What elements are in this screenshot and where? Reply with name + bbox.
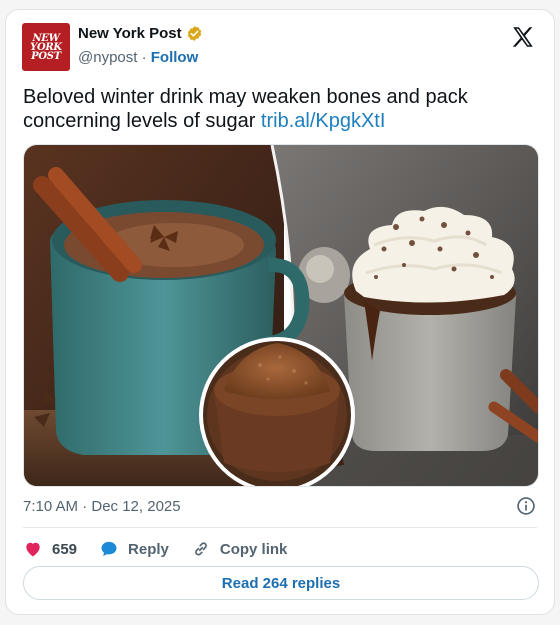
verified-badge-icon (187, 26, 201, 41)
account-name-row: New York Post (78, 25, 203, 42)
tweet-header: NEW YORK POST New York Post @nypost · Fo… (22, 22, 540, 72)
like-button[interactable]: 659 (23, 539, 77, 559)
action-bar: 659 Reply Copy link (23, 537, 309, 561)
hot-chocolate-photo (24, 145, 538, 486)
tweet-body: Beloved winter drink may weaken bones an… (23, 86, 468, 132)
tweet-text: Beloved winter drink may weaken bones an… (23, 85, 533, 133)
reply-label: Reply (128, 540, 169, 558)
account-handle[interactable]: @nypost (78, 49, 137, 66)
heart-icon (26, 542, 40, 557)
reply-button[interactable]: Reply (99, 539, 169, 559)
tweet-media[interactable] (23, 144, 539, 487)
x-logo-icon[interactable] (510, 24, 536, 50)
reply-bubble-icon (101, 541, 117, 557)
tweet-timestamp[interactable]: 7:10 AM · Dec 12, 2025 (23, 498, 181, 515)
follow-button[interactable]: Follow (151, 49, 199, 66)
link-icon (195, 542, 207, 556)
avatar-logo-text: NEW YORK POST (30, 32, 62, 62)
avatar[interactable]: NEW YORK POST (22, 23, 70, 71)
copy-link-button[interactable]: Copy link (191, 539, 288, 559)
like-count: 659 (52, 540, 78, 558)
divider (23, 527, 537, 528)
account-name[interactable]: New York Post (78, 25, 182, 42)
tweet-card: NEW YORK POST New York Post @nypost · Fo… (5, 9, 555, 615)
separator-dot: · (137, 49, 151, 66)
info-icon[interactable] (516, 496, 536, 516)
read-replies-button[interactable]: Read 264 replies (23, 566, 539, 600)
copy-link-label: Copy link (219, 540, 288, 558)
tweet-link[interactable]: trib.al/KpgkXtI (261, 110, 386, 132)
account-handle-row: @nypost · Follow (78, 49, 198, 66)
